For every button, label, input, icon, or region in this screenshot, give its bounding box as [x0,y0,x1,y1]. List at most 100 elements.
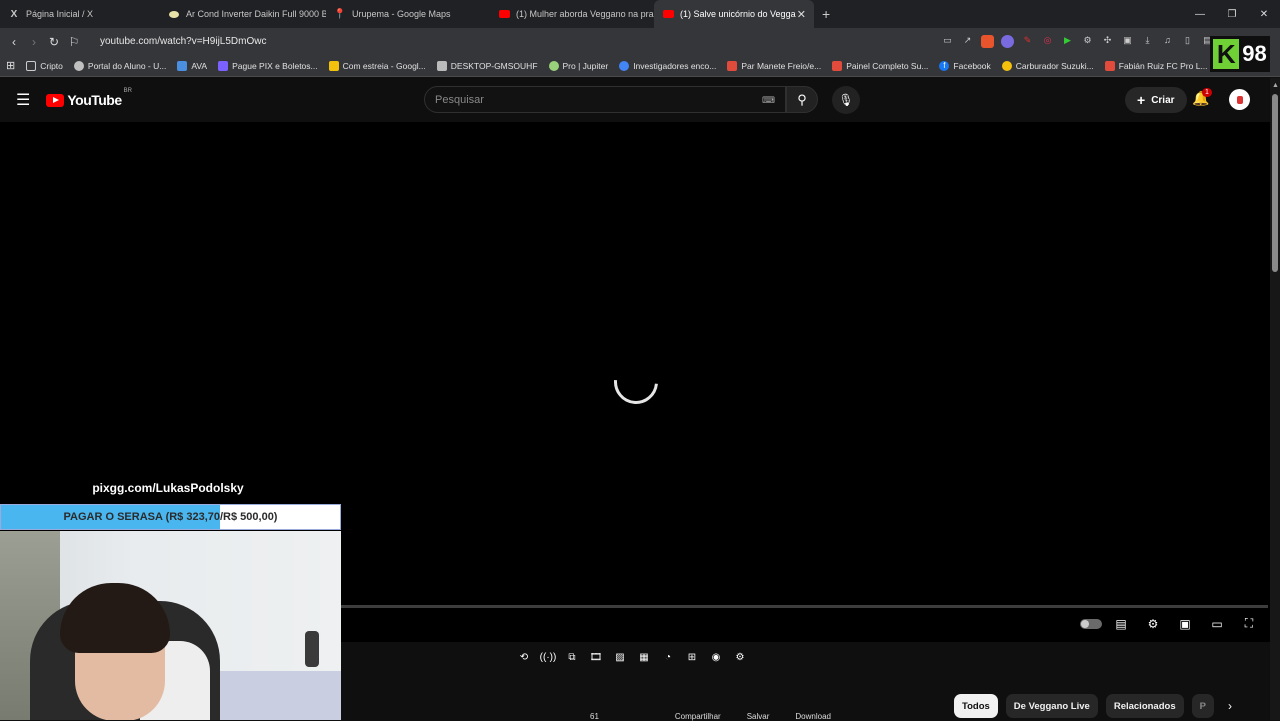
tab-maps[interactable]: 📍 Urupema - Google Maps [326,0,490,28]
bookmark-item[interactable]: Fabián Ruiz FC Pro L... [1104,60,1208,71]
region-label: BR [123,88,132,94]
store-icon [168,8,180,20]
camera-icon[interactable]: ◉ [707,650,725,666]
miniplayer-icon[interactable]: ▣ [1176,617,1194,631]
minimize-icon[interactable]: — [1184,9,1216,20]
extension-icon[interactable]: ✎ [1021,35,1034,48]
hamburger-menu-icon[interactable]: ☰ [16,90,30,110]
forward-icon[interactable]: › [24,35,44,49]
tab-daikin[interactable]: Ar Cond Inverter Daikin Full 9000 Btu [160,0,326,28]
apps-icon[interactable]: ⊞ [6,59,15,72]
player-extension-toolbar: ⟲ ((·)) ⧉ 🎞 ▨ ▦ ◔ ⊞ ◉ ⚙ [515,650,749,666]
k-logo: K [1213,39,1240,69]
donation-goal-bar: PAGAR O SERASA (R$ 323,70/R$ 500,00) [0,504,341,530]
picture-icon[interactable]: ▨ [611,650,629,666]
webcam-streamer-hair [60,583,170,653]
drive-icon [328,60,339,71]
folder-icon [26,60,37,71]
youtube-header: ☰ YouTube BR Pesquisar ⌨ ⚲ 🎙 + Criar 🔔 1 [0,78,1270,122]
extension-icon[interactable] [1001,35,1014,48]
facebook-icon: f [939,60,950,71]
bookmark-item[interactable]: Portal do Aluno - U... [73,60,166,71]
create-button[interactable]: + Criar [1125,87,1187,113]
bookmark-item[interactable]: Investigadores enco... [619,60,716,71]
pix-icon [218,60,229,71]
webcam-overlay [0,531,341,720]
cast-icon[interactable]: ▭ [941,35,954,48]
fullscreen-icon[interactable]: ⛶ [1240,616,1258,631]
extension-icon[interactable]: ▶ [1061,35,1074,48]
frames-icon[interactable]: ▦ [635,650,653,666]
tab-x[interactable]: X Página Inicial / X [0,0,160,28]
scrollbar-thumb[interactable] [1272,94,1278,272]
bookmark-icon[interactable]: ⚐ [64,35,84,49]
bookmark-item[interactable]: Painel Completo Su... [832,60,928,71]
tab-youtube-active[interactable]: (1) Salve unicórnio do Veggano ✕ [654,0,814,28]
bookmark-item[interactable]: DESKTOP-GMSOUHF [436,60,538,71]
chip-channel[interactable]: De Veggano Live [1005,694,1098,718]
scroll-up-icon[interactable]: ▲ [1272,82,1279,89]
sidebar-icon[interactable]: ▯ [1181,35,1194,48]
goal-text: PAGAR O SERASA (R$ 323,70/R$ 500,00) [63,511,278,523]
tab-youtube-1[interactable]: (1) Mulher aborda Veggano na praia [490,0,654,28]
theater-mode-icon[interactable]: ▭ [1208,617,1226,631]
search-input[interactable]: Pesquisar ⌨ [424,86,786,113]
tab-title: Ar Cond Inverter Daikin Full 9000 Btu [186,9,326,19]
tab-title: Página Inicial / X [26,9,94,19]
related-filter-chips: Todos De Veggano Live Relacionados P › [954,694,1232,718]
search-button[interactable]: ⚲ [786,86,818,113]
media-icon[interactable]: ♫ [1161,35,1174,48]
bookmark-item[interactable]: Pro | Jupiter [548,60,608,71]
notification-badge: 1 [1202,88,1212,97]
chevron-right-icon[interactable]: › [1228,699,1232,713]
bookmark-item[interactable]: Par Manete Freio/e... [727,60,821,71]
maximize-icon[interactable]: ❐ [1216,9,1248,20]
player-controls: ▤ ⚙ ▣ ▭ ⛶ [1080,616,1258,631]
store-icon [1001,60,1012,71]
extension-icon[interactable]: ⚙ [1081,35,1094,48]
close-window-icon[interactable]: ✕ [1248,9,1280,20]
subtitles-icon[interactable]: ▤ [1112,617,1130,631]
keyboard-icon[interactable]: ⌨ [762,95,775,106]
ava-icon [177,60,188,71]
avatar[interactable] [1229,89,1250,110]
reload-icon[interactable]: ↻ [44,35,64,49]
add-frame-icon[interactable]: ⊞ [683,650,701,666]
counter-value: 98 [1242,41,1267,66]
bookmark-item[interactable]: Pague PIX e Boletos... [218,60,318,71]
puzzle-icon[interactable]: ✣ [1101,35,1114,48]
jupiter-icon [548,60,559,71]
gear-icon[interactable]: ⚙ [731,650,749,666]
tab-title: (1) Mulher aborda Veggano na praia [516,9,654,19]
screenshot-icon[interactable]: ⧉ [563,650,581,666]
bookmark-item[interactable]: Cripto [26,60,63,71]
settings-gear-icon[interactable]: ⚙ [1144,617,1162,631]
loop-icon[interactable]: ⟲ [515,650,533,666]
youtube-logo[interactable]: YouTube BR [46,88,132,108]
microphone-icon: 🎙 [838,93,854,107]
clapper-icon[interactable]: 🎞 [587,650,605,666]
back-icon[interactable]: ‹ [4,35,24,49]
url-field[interactable]: youtube.com/watch?v=H9ijL5DmOwc [100,36,266,47]
autoplay-toggle[interactable] [1080,618,1102,629]
new-tab-icon[interactable]: + [814,6,838,22]
close-tab-icon[interactable]: ✕ [797,8,806,21]
bookmark-item[interactable]: Carburador Suzuki... [1001,60,1094,71]
share-icon[interactable]: ↗ [961,35,974,48]
brave-shield-icon[interactable] [981,35,994,48]
speed-icon[interactable]: ◔ [659,650,677,666]
bookmark-item[interactable]: Com estreia - Googl... [328,60,426,71]
chip-more[interactable]: P [1191,694,1214,718]
page-scrollbar[interactable]: ▲ [1270,78,1280,720]
bookmark-item[interactable]: AVA [177,60,207,71]
fc-icon [1104,60,1115,71]
download-icon[interactable]: ⤓ [1141,35,1154,48]
audio-icon[interactable]: ((·)) [539,650,557,666]
chip-all[interactable]: Todos [954,694,998,718]
extension-icon[interactable]: ▣ [1121,35,1134,48]
extension-icon[interactable]: ◎ [1041,35,1054,48]
voice-search-button[interactable]: 🎙 [832,86,860,114]
chip-related[interactable]: Relacionados [1105,694,1184,718]
video-progress-bar[interactable] [340,605,1268,608]
bookmark-item[interactable]: f Facebook [939,60,991,71]
